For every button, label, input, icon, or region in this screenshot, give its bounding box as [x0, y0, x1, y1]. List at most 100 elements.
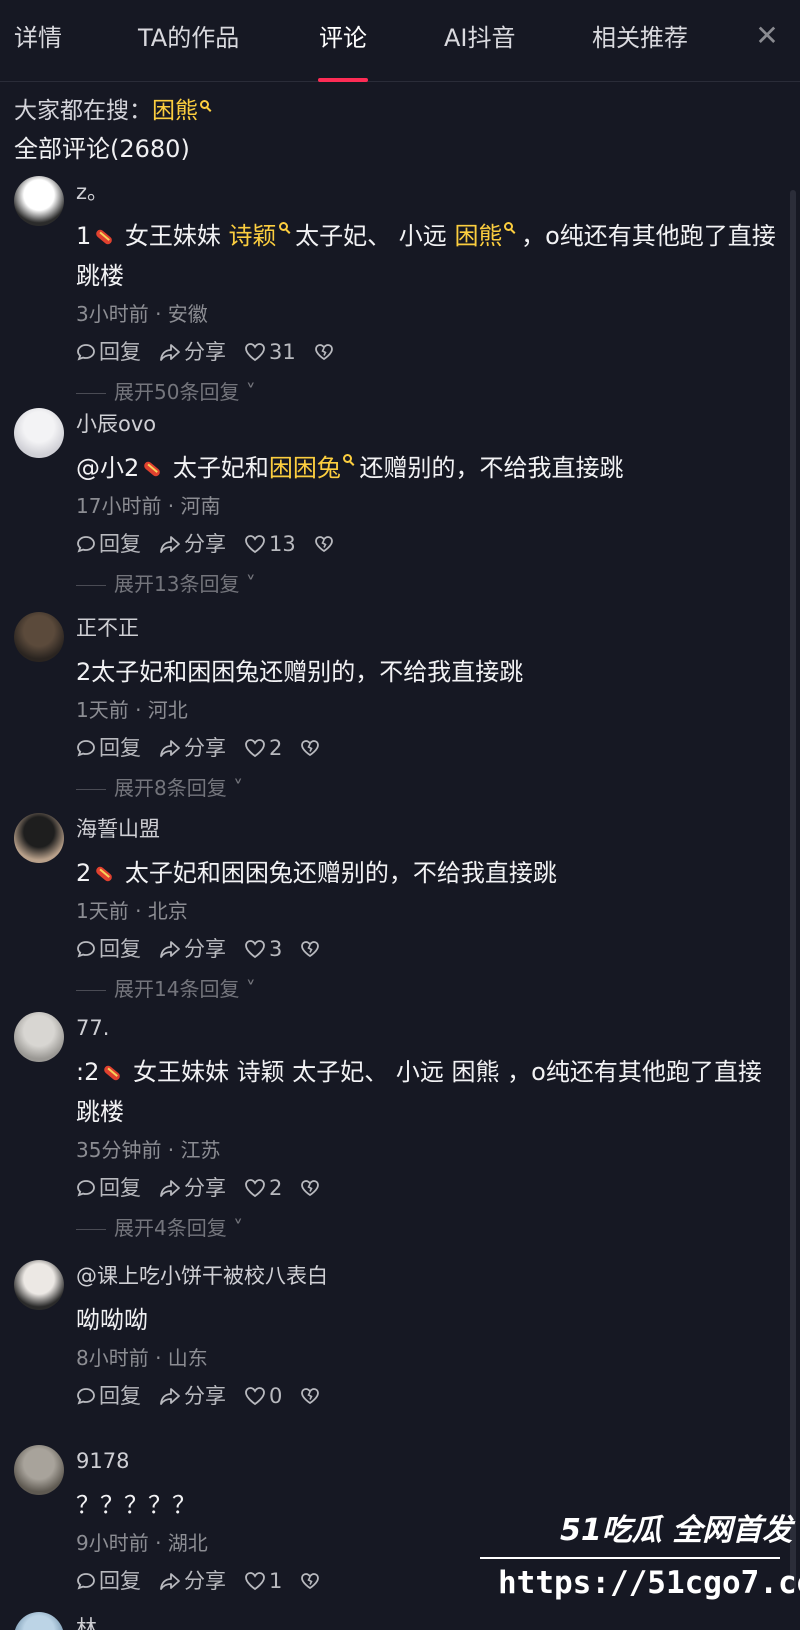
- comment-actions: 回复 分享 1: [76, 1567, 341, 1597]
- dislike-icon[interactable]: [314, 530, 337, 558]
- reply-icon: [77, 1180, 95, 1197]
- share-button[interactable]: 分享: [159, 1567, 226, 1595]
- dislike-icon[interactable]: [300, 1567, 323, 1595]
- like-button-label: 13: [269, 532, 296, 556]
- expand-replies-label: 展开8条回复: [114, 776, 227, 800]
- comment-username[interactable]: z。: [76, 178, 108, 208]
- reply-button[interactable]: 回复: [76, 1174, 141, 1202]
- share-button[interactable]: 分享: [159, 338, 226, 366]
- like-button[interactable]: 31: [244, 338, 296, 366]
- dislike-icon[interactable]: [300, 935, 323, 963]
- reply-button-label: 回复: [99, 736, 141, 760]
- avatar[interactable]: [14, 408, 64, 458]
- reply-button[interactable]: 回复: [76, 935, 141, 963]
- share-button[interactable]: 分享: [159, 1174, 226, 1202]
- expand-replies-label: 展开13条回复: [114, 572, 240, 596]
- comment-meta: 1天前 · 北京: [76, 899, 188, 923]
- watermark-brand: 51吃瓜 全网首发: [560, 1513, 793, 1548]
- like-button-label: 1: [269, 1569, 283, 1593]
- share-icon: [160, 1573, 180, 1590]
- avatar[interactable]: [14, 176, 64, 226]
- like-button[interactable]: 0: [244, 1382, 282, 1410]
- comment-actions: 回复 分享 2: [76, 1174, 341, 1204]
- divider: [76, 990, 106, 991]
- watermark: 51吃瓜 全网首发 https://51cgo7.com: [480, 1505, 800, 1620]
- search-hint-keyword[interactable]: 困熊: [152, 98, 198, 124]
- hotdog-emoji-icon: [94, 228, 114, 246]
- share-button[interactable]: 分享: [159, 734, 226, 762]
- comment-meta: 9小时前 · 湖北: [76, 1531, 208, 1555]
- avatar[interactable]: [14, 813, 64, 863]
- tab-bar: 详情 TA的作品 评论 AI抖音 相关推荐 ✕: [0, 0, 800, 82]
- expand-replies-button[interactable]: 展开14条回复 ˅: [76, 975, 256, 1005]
- dislike-icon[interactable]: [314, 338, 337, 366]
- comment-username[interactable]: 小辰ovo: [76, 410, 156, 440]
- share-button[interactable]: 分享: [159, 935, 226, 963]
- tab-works[interactable]: TA的作品: [138, 22, 239, 62]
- avatar[interactable]: [14, 612, 64, 662]
- search-icon: [278, 222, 288, 231]
- reply-button[interactable]: 回复: [76, 1567, 141, 1595]
- comment-username[interactable]: 77.: [76, 1014, 109, 1044]
- search-keyword-link[interactable]: 困困兔: [269, 454, 341, 482]
- reply-button[interactable]: 回复: [76, 734, 141, 762]
- expand-replies-button[interactable]: 展开50条回复 ˅: [76, 378, 256, 408]
- reply-button-label: 回复: [99, 937, 141, 961]
- scrollbar[interactable]: [790, 190, 796, 1590]
- like-button[interactable]: 1: [244, 1567, 282, 1595]
- like-button[interactable]: 13: [244, 530, 296, 558]
- reply-icon: [77, 536, 95, 553]
- comment-actions: 回复 分享 2: [76, 734, 341, 764]
- like-button[interactable]: 2: [244, 1174, 282, 1202]
- tab-ai-douyin[interactable]: AI抖音: [444, 22, 516, 62]
- like-button-label: 31: [269, 340, 296, 364]
- heart-icon: [245, 343, 265, 362]
- search-keyword-link[interactable]: 诗颖: [229, 222, 277, 250]
- reply-button-label: 回复: [99, 340, 141, 364]
- search-keyword-link[interactable]: 困熊: [454, 222, 502, 250]
- like-button-label: 0: [269, 1384, 283, 1408]
- dislike-icon[interactable]: [300, 1174, 323, 1202]
- share-button-label: 分享: [184, 532, 226, 556]
- expand-replies-label: 展开50条回复: [114, 380, 240, 404]
- share-button-label: 分享: [184, 1176, 226, 1200]
- divider: [76, 393, 106, 394]
- dislike-icon[interactable]: [300, 734, 323, 762]
- tab-comments[interactable]: 评论: [319, 22, 367, 62]
- share-button-label: 分享: [184, 1569, 226, 1593]
- expand-replies-button[interactable]: 展开13条回复 ˅: [76, 570, 256, 600]
- avatar[interactable]: [14, 1012, 64, 1062]
- tab-details[interactable]: 详情: [14, 22, 62, 62]
- comment-username[interactable]: 林: [76, 1614, 97, 1630]
- dislike-icon[interactable]: [300, 1382, 323, 1410]
- like-button[interactable]: 2: [244, 734, 282, 762]
- search-icon: [200, 100, 209, 109]
- avatar[interactable]: [14, 1260, 64, 1310]
- share-icon: [160, 344, 180, 361]
- comment-username[interactable]: 海誓山盟: [76, 815, 160, 845]
- expand-replies-button[interactable]: 展开8条回复 ˅: [76, 774, 243, 804]
- tab-related[interactable]: 相关推荐: [592, 22, 688, 62]
- search-suggestion[interactable]: 大家都在搜：困熊: [14, 94, 209, 130]
- reply-button[interactable]: 回复: [76, 530, 141, 558]
- search-hint-prefix: 大家都在搜：: [14, 98, 152, 124]
- share-icon: [160, 941, 180, 958]
- avatar[interactable]: [14, 1612, 64, 1630]
- share-button-label: 分享: [184, 736, 226, 760]
- avatar[interactable]: [14, 1445, 64, 1495]
- reply-button[interactable]: 回复: [76, 1382, 141, 1410]
- chevron-down-icon: ˅: [239, 380, 256, 404]
- share-button[interactable]: 分享: [159, 1382, 226, 1410]
- share-button[interactable]: 分享: [159, 530, 226, 558]
- heart-icon: [245, 739, 265, 758]
- reply-button[interactable]: 回复: [76, 338, 141, 366]
- comment-text: @小2 太子妃和困困兔 还赠别的，不给我直接跳: [76, 454, 624, 482]
- comment-username[interactable]: 正不正: [76, 614, 139, 644]
- share-button-label: 分享: [184, 340, 226, 364]
- comment-username[interactable]: @课上吃小饼干被校八表白: [76, 1262, 328, 1292]
- comment-username[interactable]: 9178: [76, 1447, 129, 1477]
- close-icon[interactable]: ✕: [752, 20, 782, 52]
- like-button[interactable]: 3: [244, 935, 282, 963]
- expand-replies-button[interactable]: 展开4条回复 ˅: [76, 1214, 243, 1244]
- heart-icon: [245, 1572, 265, 1591]
